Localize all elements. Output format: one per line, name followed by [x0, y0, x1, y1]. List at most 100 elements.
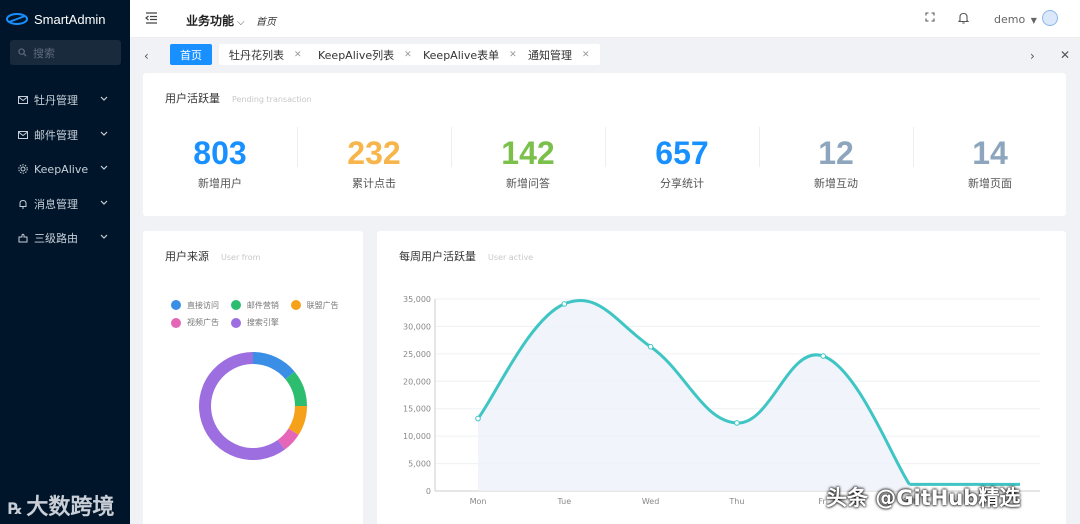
sidebar-item-mail[interactable]: 邮件管理: [0, 118, 130, 153]
pie-slice[interactable]: [285, 371, 307, 406]
sidebar-menu: 牡丹管理 邮件管理 KeepAlive 消息管理 三级路由: [0, 83, 130, 256]
stat-new-users: 803 新增用户: [143, 135, 297, 191]
avatar[interactable]: [1042, 10, 1058, 26]
donut-chart: [198, 352, 307, 460]
stat-interactions: 12 新增互动: [759, 135, 913, 191]
close-icon[interactable]: ✕: [404, 50, 412, 60]
chevron-down-icon: [100, 96, 108, 101]
business-menu-label: 业务功能: [186, 14, 235, 28]
close-all-icon[interactable]: ✕: [1060, 48, 1070, 62]
y-tick-label: 25,000: [403, 350, 431, 359]
watermark-right: 头条 @GitHub精选: [826, 486, 1021, 510]
data-point[interactable]: [475, 415, 481, 422]
legend-item[interactable]: 搜索引擎: [230, 317, 279, 328]
puzzle-icon: [18, 233, 28, 243]
stat-value: 803: [193, 135, 247, 171]
legend-label: 直接访问: [187, 300, 219, 310]
y-tick-label: 5,000: [408, 460, 431, 469]
bell-icon: [18, 199, 28, 209]
stat-questions: 142 新增问答: [451, 135, 605, 191]
sidebar-item-routes[interactable]: 三级路由: [0, 221, 130, 256]
search-icon: [18, 48, 27, 57]
pie-legend: 直接访问 邮件营销 联盟广告 视频广告 搜索引擎: [171, 299, 351, 334]
data-point[interactable]: [734, 420, 740, 426]
bell-icon[interactable]: [958, 12, 969, 24]
legend-dot: [230, 300, 241, 310]
close-icon[interactable]: ✕: [509, 50, 517, 60]
sidebar-item-label: 牡丹管理: [34, 94, 78, 108]
line-chart: 0 5,000 10,000 15,000 20,000 25,000 30,000 35,0…: [403, 295, 1040, 506]
stat-clicks: 232 累计点击: [297, 135, 451, 191]
fullscreen-icon[interactable]: [925, 12, 935, 22]
sidebar-item-label: KeepAlive: [34, 162, 89, 176]
legend-dot: [230, 317, 241, 328]
legend-item[interactable]: 邮件营销: [230, 300, 279, 311]
tab-label: 通知管理: [528, 48, 572, 62]
sidebar-item-peony[interactable]: 牡丹管理: [0, 83, 130, 118]
data-point[interactable]: [561, 301, 568, 307]
y-tick-label: 30,000: [403, 322, 431, 331]
legend-item[interactable]: 视频广告: [171, 317, 219, 328]
y-tick-label: 10,000: [403, 432, 431, 441]
tab-notice[interactable]: 通知管理 ✕: [518, 44, 600, 65]
legend-dot: [171, 300, 181, 310]
menu-fold-icon[interactable]: [145, 12, 158, 24]
close-icon[interactable]: ✕: [582, 50, 590, 60]
close-icon[interactable]: ✕: [294, 50, 302, 60]
sidebar-item-label: 消息管理: [34, 197, 78, 211]
gear-icon: [18, 164, 28, 174]
pie-slice[interactable]: [253, 352, 295, 380]
chevron-down-icon: [100, 234, 108, 239]
y-tick-label: 0: [426, 487, 431, 496]
y-tick-label: 20,000: [403, 377, 431, 386]
chevron-down-icon: [100, 200, 108, 205]
caret-down-icon: ▼: [1030, 16, 1037, 25]
data-point[interactable]: [647, 343, 654, 350]
tab-keepalive-form[interactable]: KeepAlive表单 ✕: [413, 44, 527, 65]
data-point[interactable]: [820, 353, 827, 359]
breadcrumb[interactable]: 首页: [256, 13, 276, 28]
stat-label: 分享统计: [660, 177, 704, 190]
mail-icon: [18, 130, 28, 140]
legend-dot: [290, 300, 301, 310]
stat-value: 12: [818, 135, 854, 171]
sidebar-item-keepalive[interactable]: KeepAlive: [0, 152, 130, 187]
x-tick-label: Thu: [728, 497, 744, 506]
stat-value: 232: [347, 135, 401, 171]
stat-value: 142: [501, 135, 555, 171]
tabs-left-arrow-icon[interactable]: ‹: [144, 49, 149, 63]
chevron-down-icon: ⌵: [237, 17, 245, 28]
x-tick-label: Wed: [642, 497, 659, 506]
stat-pages: 14 新增页面: [913, 135, 1067, 191]
activity-title-text: 用户活跃量: [165, 92, 220, 105]
search-input[interactable]: 搜索: [10, 40, 121, 65]
stat-label: 新增问答: [506, 177, 550, 190]
stat-label: 累计点击: [352, 177, 396, 190]
tab-label: 首页: [180, 48, 202, 62]
legend-dot: [171, 317, 181, 328]
sidebar: SmartAdmin 搜索 牡丹管理 邮件管理 KeepAlive 消息管理 三…: [0, 0, 130, 524]
tab-peony-list[interactable]: 牡丹花列表 ✕: [219, 44, 312, 65]
tab-home[interactable]: 首页: [170, 44, 212, 65]
tab-keepalive-list[interactable]: KeepAlive列表 ✕: [308, 44, 422, 65]
legend-item[interactable]: 联盟广告: [290, 300, 339, 311]
watermark-logo: ℞: [8, 499, 23, 518]
legend-label: 邮件营销: [246, 300, 279, 310]
legend-item[interactable]: 直接访问: [171, 300, 219, 311]
chevron-down-icon: [100, 165, 108, 170]
tabs-bar: ‹ 首页 牡丹花列表 ✕ KeepAlive列表 ✕ KeepAlive表单 ✕ 通知…: [130, 38, 1080, 72]
user-menu[interactable]: demo ▼: [994, 13, 1037, 26]
stat-label: 新增互动: [814, 177, 858, 190]
business-menu[interactable]: 业务功能 ⌵: [186, 12, 245, 29]
source-subtitle: User from: [221, 253, 261, 262]
x-tick-label: Tue: [556, 497, 571, 506]
tabs-right-arrow-icon[interactable]: ›: [1030, 49, 1035, 63]
search-placeholder: 搜索: [33, 46, 55, 60]
stat-shares: 657 分享统计: [605, 135, 759, 191]
source-card: 用户来源 User from 直接访问 邮件营销 联盟广告 视频广告 搜索引擎: [143, 231, 363, 524]
app-logo[interactable]: SmartAdmin: [0, 0, 130, 38]
legend-label: 联盟广告: [306, 300, 339, 310]
sidebar-item-messages[interactable]: 消息管理: [0, 187, 130, 222]
legend-label: 视频广告: [187, 318, 219, 327]
y-tick-label: 15,000: [403, 405, 431, 414]
